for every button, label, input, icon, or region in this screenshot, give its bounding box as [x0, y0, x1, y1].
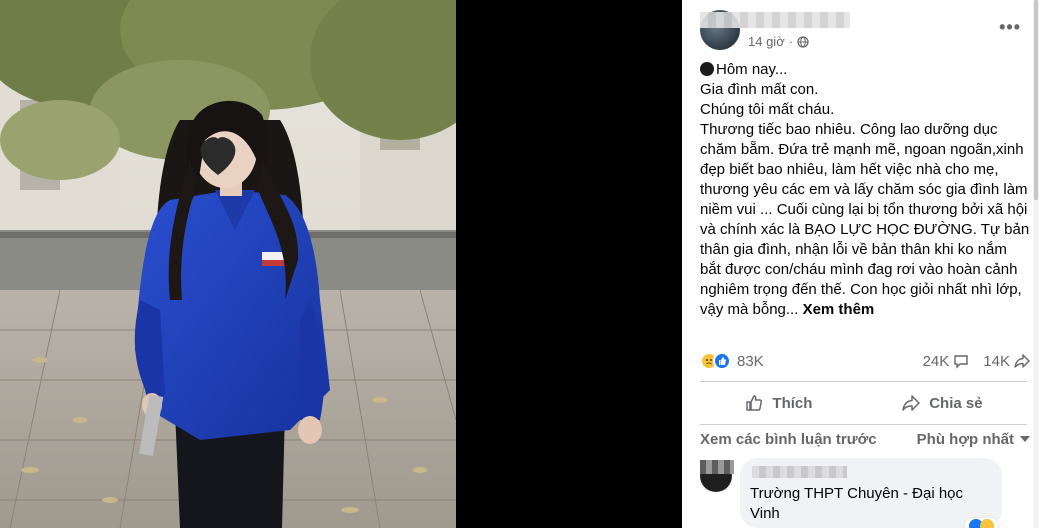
action-bar: Thích Chia sẻ	[700, 388, 1027, 418]
comment-bubble: Trường THPT Chuyên - Đại học Vinh	[740, 458, 1002, 528]
sad-reaction-icon	[980, 519, 994, 528]
share-button[interactable]: Chia sẻ	[901, 393, 983, 413]
author-name-blurred[interactable]	[700, 12, 850, 28]
share-label: Chia sẻ	[929, 394, 983, 412]
share-arrow-icon	[902, 395, 920, 411]
post-panel: 14 giờ · ••• Hôm nay... Gia đình mất con…	[682, 0, 1039, 528]
share-count[interactable]: 14K	[983, 353, 1030, 370]
post-line: nghiêm trọng đến thế. Con học giỏi nhất …	[700, 281, 1022, 298]
post-meta: 14 giờ ·	[748, 34, 809, 49]
more-options-icon[interactable]: •••	[999, 18, 1021, 36]
reaction-summary[interactable]: 83K	[700, 352, 764, 370]
divider	[700, 381, 1027, 382]
comment-count[interactable]: 24K	[923, 353, 970, 370]
divider	[700, 424, 1027, 425]
post-line: niềm vui ... Cuối cùng lại bị tổn thương…	[700, 201, 1028, 218]
scrollbar-thumb[interactable]	[1034, 0, 1038, 200]
comment-reactions[interactable]	[965, 518, 998, 528]
post-stats: 83K 24K 14K	[700, 350, 1030, 372]
scrollbar[interactable]	[1033, 0, 1039, 528]
commenter-avatar-blurred	[700, 460, 734, 474]
post-line: và chính xác là BẠO LỰC HỌC ĐƯỜNG. Tự bả…	[700, 221, 1030, 238]
view-previous-comments-link[interactable]: Xem các bình luận trước	[700, 431, 877, 448]
reaction-count: 83K	[737, 352, 764, 370]
see-more-link[interactable]: Xem thêm	[803, 301, 875, 318]
like-reaction-icon	[713, 352, 731, 370]
globe-icon	[797, 35, 809, 48]
post-text: Hôm nay... Gia đình mất con. Chúng tôi m…	[700, 60, 1030, 320]
thumbs-up-icon	[746, 395, 763, 411]
commenter-name-blurred[interactable]	[752, 466, 847, 478]
photo-letterbox	[456, 0, 682, 528]
comment-sort-dropdown[interactable]: Phù hợp nhất	[917, 431, 1030, 448]
post-line: Hôm nay...	[716, 61, 788, 78]
sort-label: Phù hợp nhất	[916, 430, 1014, 448]
post-line: thân gia đình, nhận lỗi về bản thân khi …	[700, 241, 1007, 258]
share-icon	[1014, 354, 1030, 368]
post-line: Thương tiếc bao nhiêu. Công lao dưỡng dụ…	[700, 121, 998, 138]
post-line: bắt được con/cháu mình đag rơi vào hoàn …	[700, 261, 1018, 278]
caret-down-icon	[1020, 436, 1030, 442]
like-button[interactable]: Thích	[744, 393, 812, 413]
photo-image	[0, 0, 456, 528]
like-label: Thích	[772, 394, 813, 412]
comment-text: Trường THPT Chuyên - Đại học Vinh	[750, 485, 964, 522]
post-time[interactable]: 14 giờ	[748, 34, 785, 49]
post-line: Gia đình mất con.	[700, 81, 819, 98]
post-line: Chúng tôi mất cháu.	[700, 101, 835, 118]
comment-count-value: 24K	[922, 352, 950, 370]
comments-toolbar: Xem các bình luận trước Phù hợp nhất	[700, 428, 1030, 450]
share-count-value: 14K	[983, 352, 1010, 370]
post-line: chăm bẵm. Đứa trẻ mạnh mẽ, ngoan ngoãn,x…	[700, 141, 1024, 158]
post-line: đẹp biết bao nhiêu, làm hết việc nhà cho…	[700, 161, 999, 178]
post-line: vậy mà bỗng...	[700, 301, 799, 318]
comment-icon	[954, 355, 968, 369]
black-circle-icon	[700, 62, 714, 76]
post-photo[interactable]	[0, 0, 456, 528]
post-line: thương yêu các em và lấy chăm sóc gia đì…	[700, 181, 1028, 198]
